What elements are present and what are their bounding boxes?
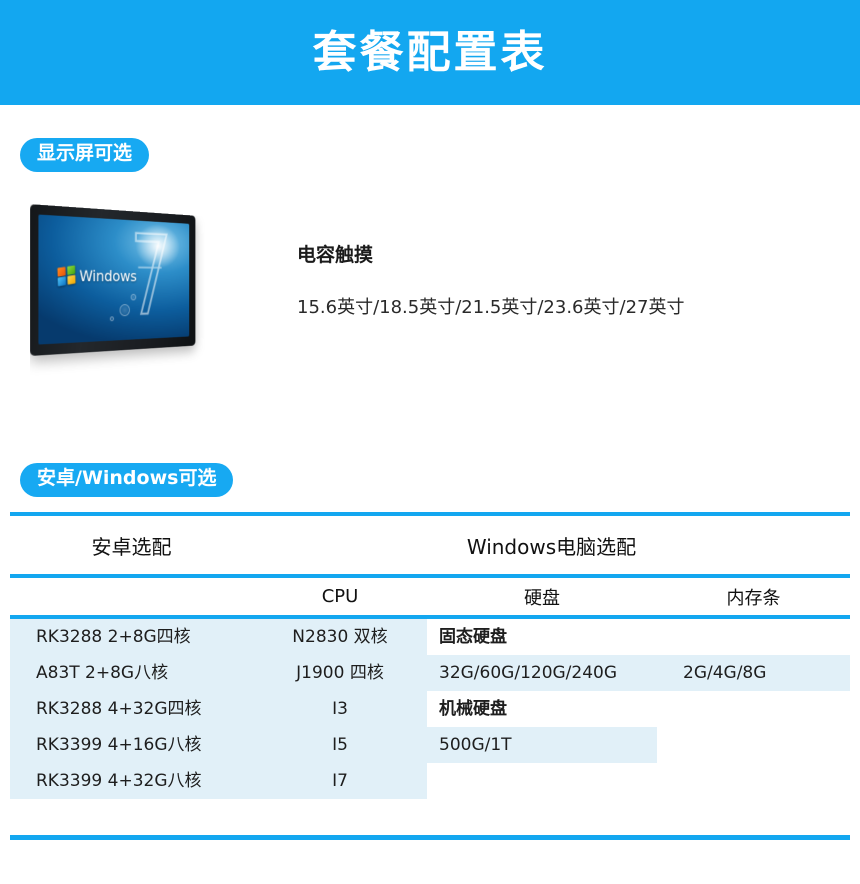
header-windows: Windows电脑选配 xyxy=(466,534,637,559)
list-item: RK3399 4+32G八核 xyxy=(10,763,253,799)
spec-table: 安卓选配 Windows电脑选配 CPU 硬盘 内存条 RK3288 2+8G四… xyxy=(10,512,850,840)
list-item xyxy=(657,619,850,655)
list-item: I5 xyxy=(253,727,427,763)
display-description: 电容触摸 15.6英寸/18.5英寸/21.5英寸/23.6英寸/27英寸 xyxy=(297,240,684,319)
list-item xyxy=(657,691,850,727)
list-item: 机械硬盘 xyxy=(439,699,507,719)
section-badge-os: 安卓/Windows可选 xyxy=(20,463,234,497)
display-size-options: 15.6英寸/18.5英寸/21.5英寸/23.6英寸/27英寸 xyxy=(297,297,685,318)
list-item: 2G/4G/8G xyxy=(657,655,850,691)
list-item: RK3399 4+16G八核 xyxy=(10,727,253,763)
screen-bokeh xyxy=(110,316,115,321)
list-item: 32G/60G/120G/240G xyxy=(427,655,657,691)
list-item xyxy=(657,763,850,799)
table-group-header-row: 安卓选配 Windows电脑选配 xyxy=(10,516,850,574)
cell-ram-options: 2G/4G/8G xyxy=(657,619,850,835)
display-touch-heading: 电容触摸 xyxy=(297,244,374,266)
list-item: N2830 双核 xyxy=(253,619,427,655)
section-badge-display-wrap: 显示屏可选 xyxy=(20,138,150,172)
subheader-android-blank xyxy=(10,578,253,615)
windows-logo-lockup: Windows xyxy=(56,265,137,287)
table-sub-header-row: CPU 硬盘 内存条 xyxy=(10,578,850,615)
monitor-screen: Windows xyxy=(38,214,190,345)
list-item-spacer xyxy=(253,799,427,835)
section-badge-display: 显示屏可选 xyxy=(20,138,150,172)
list-item xyxy=(427,763,657,799)
section-badge-os-wrap: 安卓/Windows可选 xyxy=(20,463,234,497)
cell-disk-options: 固态硬盘 32G/60G/120G/240G 机械硬盘 500G/1T xyxy=(427,619,657,835)
subheader-cpu: CPU xyxy=(321,586,359,607)
list-item-spacer xyxy=(657,799,850,835)
monitor-product-image: Windows xyxy=(30,194,240,374)
list-item-spacer xyxy=(427,799,657,835)
list-item-spacer xyxy=(10,799,253,835)
monitor-bezel: Windows xyxy=(30,204,196,356)
table-bottom-rule xyxy=(10,835,850,840)
list-item: A83T 2+8G八核 xyxy=(10,655,253,691)
monitor-3d: Windows xyxy=(30,204,196,356)
windows-flag-icon xyxy=(56,265,76,287)
list-item: RK3288 4+32G四核 xyxy=(10,691,253,727)
page-title: 套餐配置表 xyxy=(312,26,548,78)
list-item: J1900 四核 xyxy=(253,655,427,691)
subheader-disk: 硬盘 xyxy=(524,587,560,609)
list-item: I3 xyxy=(253,691,427,727)
list-item: 500G/1T xyxy=(427,727,657,763)
page-banner: 套餐配置表 xyxy=(0,0,860,105)
subheader-ram: 内存条 xyxy=(726,587,781,609)
list-item: RK3288 2+8G四核 xyxy=(10,619,253,655)
list-item: I7 xyxy=(253,763,427,799)
list-item xyxy=(657,727,850,763)
cell-cpu-options: N2830 双核 J1900 四核 I3 I5 I7 xyxy=(253,619,427,835)
screen-bokeh xyxy=(119,303,130,316)
display-section: Windows 电容触摸 15.6英寸/18.5英寸/21.5英寸/23.6英寸… xyxy=(0,190,860,390)
header-android: 安卓选配 xyxy=(91,534,172,559)
table-body-row: RK3288 2+8G四核 A83T 2+8G八核 RK3288 4+32G四核… xyxy=(10,619,850,835)
list-item: 固态硬盘 xyxy=(439,627,507,647)
cell-android-options: RK3288 2+8G四核 A83T 2+8G八核 RK3288 4+32G四核… xyxy=(10,619,253,835)
windows-wordmark: Windows xyxy=(79,266,137,285)
